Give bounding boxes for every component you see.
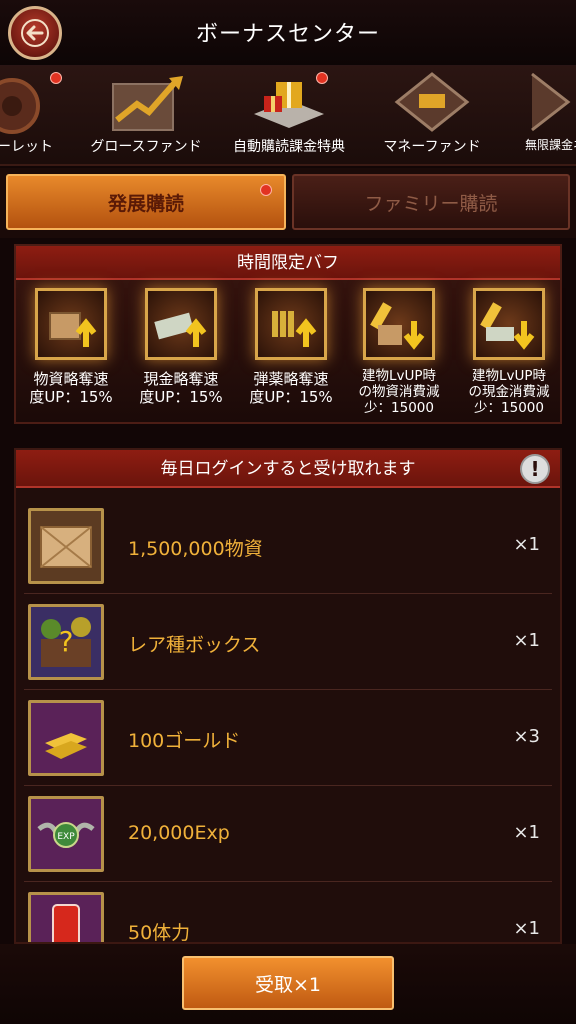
svg-text:?: ?	[59, 625, 74, 658]
buff-item[interactable]: 現金略奪速 度UP：15%	[128, 288, 234, 406]
build-cash-down-icon	[473, 288, 545, 360]
subscription-tabs: 発展購読 ファミリー購読	[0, 168, 576, 238]
category-infinite-pack[interactable]: 無限課金ネ	[510, 66, 576, 164]
reward-name: 50体力	[128, 922, 191, 944]
growth-chart-icon	[103, 70, 189, 134]
buff-item[interactable]: 弾薬略奪速 度UP：15%	[238, 288, 344, 406]
page-title: ボーナスセンター	[195, 22, 380, 47]
notification-dot	[316, 72, 328, 84]
buff-name: 物資略奪速 度UP：15%	[29, 370, 113, 406]
buff-name: 建物LvUP時 の現金消費減 少：15000	[468, 368, 550, 416]
build-material-down-icon	[363, 288, 435, 360]
daily-panel-title: 毎日ログインすると受け取れます	[16, 450, 560, 488]
reward-quantity: ×1	[513, 630, 540, 651]
category-label: ーレット	[0, 139, 53, 155]
category-growth-fund[interactable]: グロースファンド	[82, 66, 210, 164]
gold-bars-icon	[28, 700, 104, 776]
buff-item[interactable]: 建物LvUP時 の物資消費減 少：15000	[346, 288, 452, 416]
category-auto-subscription[interactable]: 自動購読課金特典	[224, 66, 354, 164]
reward-quantity: ×1	[513, 822, 540, 843]
category-label: 自動購読課金特典	[233, 139, 345, 155]
mystery-box-icon: ?	[28, 604, 104, 680]
buff-item[interactable]: 建物LvUP時 の現金消費減 少：15000	[456, 288, 562, 416]
header-bar: ボーナスセンター	[0, 0, 576, 66]
tab-label: ファミリー購読	[364, 192, 498, 215]
reward-name: 1,500,000物資	[128, 538, 263, 560]
notification-dot	[260, 184, 272, 196]
reward-row: ? レア種ボックス ×1	[24, 594, 552, 690]
reward-quantity: ×1	[513, 918, 540, 939]
claim-button[interactable]: 受取×1	[182, 956, 394, 1010]
svg-text:EXP: EXP	[57, 832, 75, 842]
energy-can-icon	[28, 892, 104, 942]
reward-name: 20,000Exp	[128, 822, 230, 844]
buff-name: 弾薬略奪速 度UP：15%	[249, 370, 333, 406]
exp-badge-icon: EXP	[28, 796, 104, 872]
category-label: マネーファンド	[383, 139, 481, 155]
cash-up-icon	[145, 288, 217, 360]
gift-box-icon	[246, 70, 332, 134]
category-money-fund[interactable]: マネーファンド	[368, 66, 496, 164]
buff-name: 現金略奪速 度UP：15%	[139, 370, 223, 406]
reward-row: EXP 20,000Exp ×1	[24, 786, 552, 882]
tab-family-subscription[interactable]: ファミリー購読	[292, 174, 570, 230]
reward-row: 50体力 ×1	[24, 882, 552, 944]
tab-label: 発展購読	[107, 192, 184, 215]
buff-name: 建物LvUP時 の物資消費減 少：15000	[358, 368, 440, 416]
reward-quantity: ×3	[513, 726, 540, 747]
crate-icon	[28, 508, 104, 584]
timed-buff-panel: 時間限定バフ 物資略奪速 度UP：15% 現金略奪速 度UP：15% 弾薬略奪速…	[14, 244, 562, 424]
category-label: グロースファンド	[90, 139, 202, 155]
category-roulette[interactable]: ーレット	[0, 66, 80, 164]
claim-button-label: 受取×1	[254, 973, 321, 996]
pack-icon	[512, 70, 576, 134]
reward-row: 1,500,000物資 ×1	[24, 498, 552, 594]
buff-panel-title: 時間限定バフ	[16, 246, 560, 280]
notification-dot	[50, 72, 62, 84]
crate-up-icon	[35, 288, 107, 360]
ammo-up-icon	[255, 288, 327, 360]
reward-row: 100ゴールド ×3	[24, 690, 552, 786]
info-button[interactable]: !	[520, 454, 550, 484]
daily-login-panel: 毎日ログインすると受け取れます ! 1,500,000物資 ×1 ? レア種ボッ…	[14, 448, 562, 944]
gold-stack-icon	[389, 70, 475, 134]
reward-name: 100ゴールド	[128, 730, 241, 752]
category-label: 無限課金ネ	[524, 138, 576, 152]
roulette-icon	[0, 70, 68, 134]
buff-item[interactable]: 物資略奪速 度UP：15%	[18, 288, 124, 406]
tab-development-subscription[interactable]: 発展購読	[6, 174, 286, 230]
category-carousel[interactable]: ーレット グロースファンド 自動購読課金特典 マネーファンド 無限課金ネ	[0, 66, 576, 166]
reward-name: レア種ボックス	[128, 634, 261, 656]
reward-quantity: ×1	[513, 534, 540, 555]
